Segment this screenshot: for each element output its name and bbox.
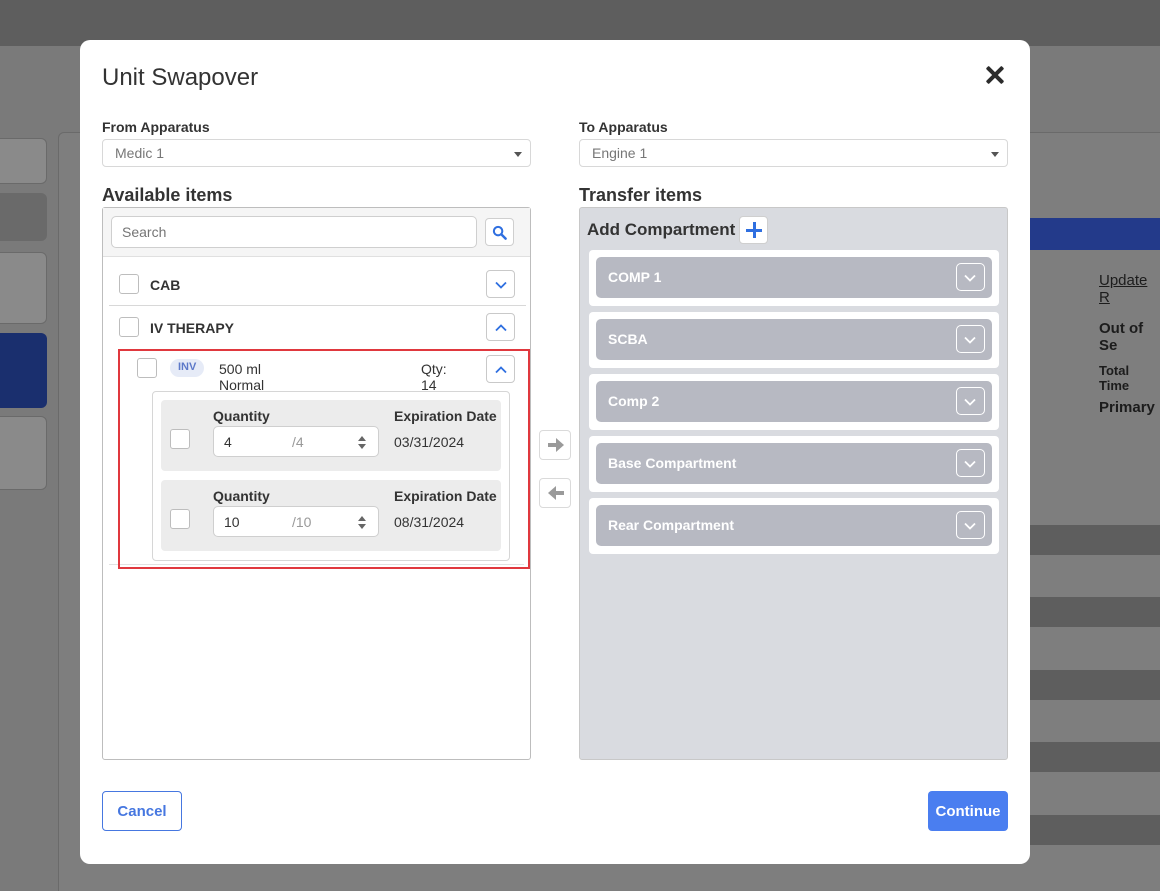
compartment: COMP 1 — [589, 250, 999, 306]
move-right-button[interactable] — [539, 430, 571, 460]
highlight-box — [118, 349, 530, 569]
transfer-items-title: Transfer items — [579, 185, 703, 205]
background-label: Total Time — [1099, 363, 1130, 393]
background-header-bar — [1030, 218, 1160, 250]
arrow-left-icon — [548, 486, 564, 500]
caret-down-icon — [514, 152, 522, 157]
to-apparatus-value: Engine 1 — [592, 145, 648, 161]
background-row — [1030, 525, 1160, 555]
category-label: IV THERAPY — [150, 320, 235, 336]
add-compartment-label: Add Compartment — [587, 220, 736, 239]
cancel-button[interactable]: Cancel — [102, 791, 182, 831]
background-link: Update R — [1099, 272, 1148, 306]
compartment-header[interactable]: Rear Compartment — [596, 505, 992, 546]
background-panel — [0, 193, 47, 241]
expand-button[interactable] — [956, 387, 985, 415]
category-checkbox[interactable] — [119, 274, 139, 294]
background-panel — [0, 416, 47, 490]
compartment-label: Base Compartment — [608, 455, 737, 471]
search-input[interactable] — [111, 216, 477, 248]
compartment-header[interactable]: SCBA — [596, 319, 992, 360]
compartment-label: Rear Compartment — [608, 517, 735, 533]
chevron-down-icon — [964, 398, 976, 406]
compartment-header[interactable]: Base Compartment — [596, 443, 992, 484]
chevron-down-icon — [964, 336, 976, 344]
background-row — [1030, 815, 1160, 845]
from-apparatus-value: Medic 1 — [115, 145, 165, 161]
caret-down-icon — [991, 152, 999, 157]
compartment: Rear Compartment — [589, 498, 999, 554]
compartment-header[interactable]: COMP 1 — [596, 257, 992, 298]
chevron-down-icon — [964, 274, 976, 282]
modal-title: Unit Swapover — [102, 64, 259, 91]
chevron-down-icon — [495, 281, 507, 289]
move-left-button[interactable] — [539, 478, 571, 508]
compartment-header[interactable]: Comp 2 — [596, 381, 992, 422]
background-panel — [0, 138, 47, 184]
chevron-up-icon — [495, 324, 507, 332]
available-items-title: Available items — [102, 185, 233, 205]
from-apparatus-select[interactable]: Medic 1 — [102, 139, 531, 167]
background-row — [1030, 597, 1160, 627]
expand-button[interactable] — [956, 511, 985, 539]
background-row — [1030, 670, 1160, 700]
expand-button[interactable] — [486, 270, 515, 298]
continue-button[interactable]: Continue — [928, 791, 1008, 831]
background-active-item — [0, 333, 47, 408]
search-icon — [492, 225, 507, 240]
compartment: Base Compartment — [589, 436, 999, 492]
search-button[interactable] — [485, 218, 514, 246]
compartment-label: Comp 2 — [608, 393, 660, 409]
background-panel — [0, 252, 47, 324]
category-row-iv-therapy: IV THERAPY — [109, 307, 526, 349]
transfer-items-panel: Add Compartment COMP 1 SCBA Comp 2 Base … — [579, 207, 1008, 760]
chevron-down-icon — [964, 460, 976, 468]
category-checkbox[interactable] — [119, 317, 139, 337]
category-label: CAB — [150, 277, 181, 293]
background-row — [1030, 742, 1160, 772]
chevron-down-icon — [964, 522, 976, 530]
add-compartment-button[interactable] — [739, 216, 768, 244]
compartment: SCBA — [589, 312, 999, 368]
category-row-cab: CAB — [109, 264, 526, 306]
collapse-button[interactable] — [486, 313, 515, 341]
expand-button[interactable] — [956, 449, 985, 477]
background-label: Out of Se — [1099, 320, 1144, 354]
background-label: Primary — [1099, 399, 1155, 416]
arrow-right-icon — [548, 438, 564, 452]
from-apparatus-label: From Apparatus — [102, 119, 210, 135]
to-apparatus-label: To Apparatus — [579, 119, 668, 135]
to-apparatus-select[interactable]: Engine 1 — [579, 139, 1008, 167]
expand-button[interactable] — [956, 263, 985, 291]
compartment: Comp 2 — [589, 374, 999, 430]
compartment-label: COMP 1 — [608, 269, 662, 285]
close-icon[interactable] — [984, 64, 1006, 86]
search-bar — [103, 208, 530, 257]
compartment-label: SCBA — [608, 331, 648, 347]
expand-button[interactable] — [956, 325, 985, 353]
